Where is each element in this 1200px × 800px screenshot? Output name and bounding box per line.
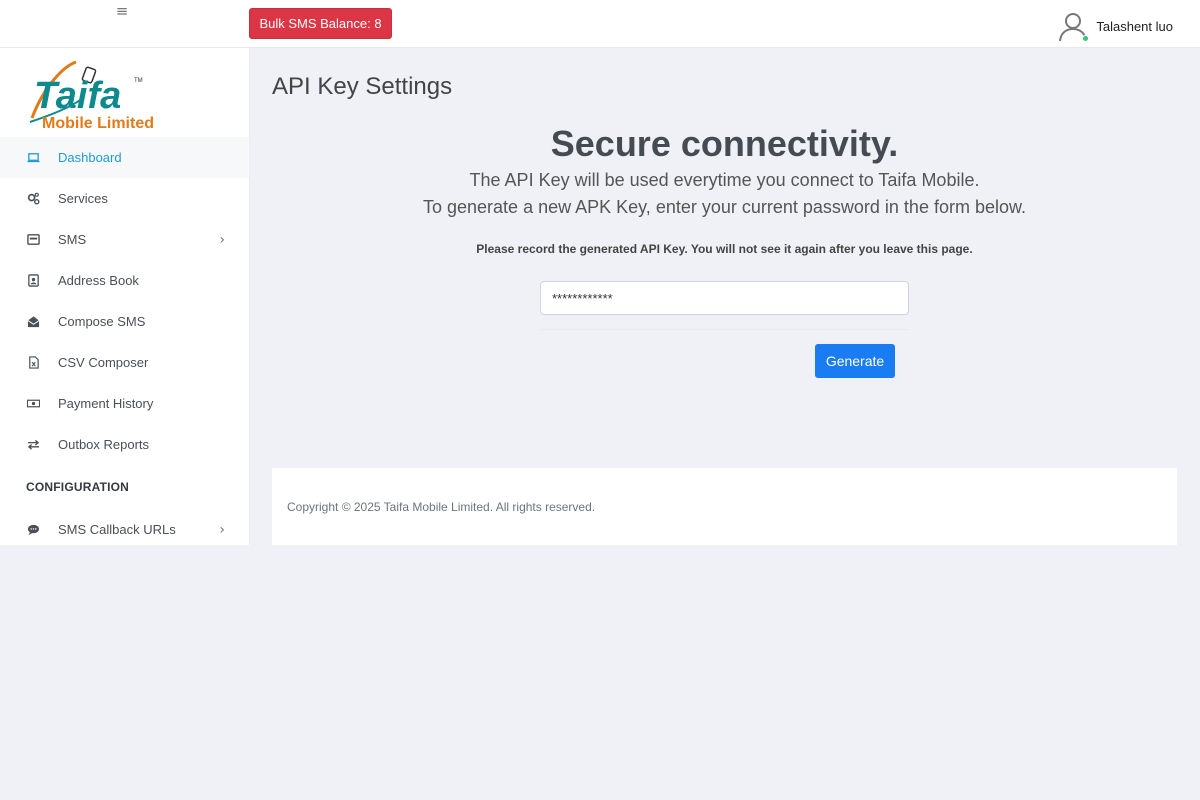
sidebar-item-dashboard[interactable]: Dashboard [0,137,249,178]
avatar [1058,10,1090,42]
chat-bubble-icon [26,523,40,537]
sidebar-item-label: Dashboard [58,150,122,165]
address-book-icon [26,274,40,288]
bulk-sms-balance-button[interactable]: Bulk SMS Balance: 8 [249,8,392,39]
generate-button[interactable]: Generate [815,344,895,378]
hero-title: Secure connectivity. [550,123,899,164]
sidebar-nav: Dashboard Services SMS › Address Book Co… [0,137,249,545]
chevron-right-icon: › [219,521,225,538]
csv-file-icon [26,356,40,370]
sidebar-item-services[interactable]: Services [0,178,249,219]
chevron-right-icon: › [219,231,225,248]
sidebar-item-label: SMS Callback URLs [58,522,176,537]
hero-description-line-1: The API Key will be used everytime you c… [469,170,980,190]
user-menu[interactable]: Talashent luo [1058,10,1173,42]
sidebar-item-csv-composer[interactable]: CSV Composer [0,342,249,383]
sidebar-item-address-book[interactable]: Address Book [0,260,249,301]
sidebar-item-label: Address Book [58,273,139,288]
gears-icon [26,192,40,206]
envelope-open-icon [26,315,40,329]
brand-logo[interactable]: Taifa TM Mobile Limited [24,56,174,132]
laptop-icon [26,151,40,165]
sidebar-item-label: CSV Composer [58,355,149,370]
sidebar-item-sms-callback-urls[interactable]: SMS Callback URLs › [0,509,249,545]
sidebar-item-sms[interactable]: SMS › [0,219,249,260]
sidebar: Taifa TM Mobile Limited Dashboard Servic… [0,48,249,545]
sidebar-item-label: SMS [58,232,87,247]
exchange-icon [26,438,40,452]
sidebar-section-heading: CONFIGURATION [26,480,130,494]
form-divider [540,329,909,330]
message-box-icon [26,233,40,247]
sidebar-item-compose-sms[interactable]: Compose SMS [0,301,249,342]
sidebar-item-label: Compose SMS [58,314,146,329]
user-name: Talashent luo [1096,18,1173,34]
hero-description-line-2: To generate a new APK Key, enter your cu… [423,197,1026,217]
svg-text:TM: TM [134,78,143,84]
sidebar-item-label: Services [58,191,108,206]
svg-text:Mobile Limited: Mobile Limited [42,115,154,132]
hamburger-icon[interactable]: ≡ [114,3,130,19]
money-icon [26,397,40,411]
sidebar-item-outbox-reports[interactable]: Outbox Reports [0,424,249,465]
svg-text:Taifa: Taifa [34,75,121,117]
api-key-input[interactable] [540,281,909,315]
api-key-notice: Please record the generated API Key. You… [476,242,973,256]
copyright-text: Copyright © 2025 Taifa Mobile Limited. A… [287,500,596,514]
sidebar-item-label: Payment History [58,396,154,411]
sidebar-item-label: Outbox Reports [58,437,150,452]
sidebar-item-payment-history[interactable]: Payment History [0,383,249,424]
page-title: API Key Settings [272,73,453,100]
top-bar: ≡ Bulk SMS Balance: 8 Talashent luo [0,0,1200,48]
footer: Copyright © 2025 Taifa Mobile Limited. A… [272,468,1177,545]
